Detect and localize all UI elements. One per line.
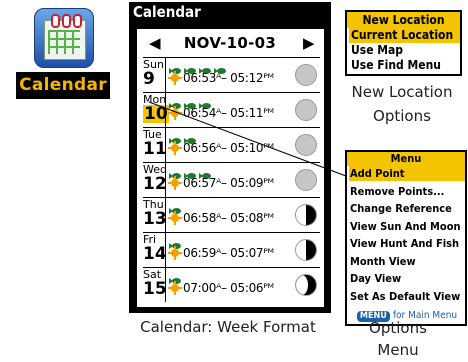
- divider: [165, 93, 166, 127]
- day-number: 15: [143, 279, 167, 299]
- sun-icon: [168, 141, 182, 155]
- sun-icon: [168, 71, 182, 85]
- day-row-mon[interactable]: Mon 10 06:54ᴬ– 05:11ᴾᴹ: [143, 92, 320, 127]
- prev-arrow-icon[interactable]: ◀: [149, 29, 161, 57]
- sunrise-sunset-times: 06:53ᴬ– 05:12ᴾᴹ: [183, 71, 274, 85]
- moon-phase-icon: [295, 274, 317, 296]
- calendar-app-icon[interactable]: Calendar: [14, 8, 112, 108]
- sunrise-sunset-times: 06:57ᴬ– 05:09ᴾᴹ: [183, 176, 274, 190]
- menu-item-view-hunt-and-fish[interactable]: View Hunt And Fish: [349, 236, 465, 251]
- menu-item-month-view[interactable]: Month View: [349, 254, 465, 269]
- calendar-title: Calendar: [133, 3, 201, 21]
- new-location-menu: New Location Current Location Use Map Us…: [345, 10, 462, 76]
- day-row-thu[interactable]: Thu 13 06:58ᴬ– 05:08ᴾᴹ: [143, 197, 320, 232]
- day-row-tue[interactable]: Tue 11 06:56ᴬ– 05:10ᴾᴹ: [143, 127, 320, 162]
- day-number: 11: [143, 139, 167, 159]
- menu-item-change-reference[interactable]: Change Reference: [349, 201, 465, 216]
- hunt-fish-rating: [169, 200, 184, 214]
- moon-phase-icon: [295, 204, 317, 226]
- day-number: 12: [143, 174, 167, 194]
- sun-icon: [168, 106, 182, 120]
- divider: [165, 163, 166, 197]
- binder-ring: [62, 14, 71, 28]
- sun-icon: [168, 281, 182, 295]
- day-number: 14: [143, 244, 167, 264]
- app-icon-label: Calendar: [16, 72, 110, 99]
- sun-icon: [168, 211, 182, 225]
- sunrise-sunset-times: 06:54ᴬ– 05:11ᴾᴹ: [183, 106, 274, 120]
- new-location-title: New Location: [347, 12, 460, 28]
- date-navigator: ◀ NOV-10-03 ▶: [137, 29, 324, 57]
- hunt-fish-rating: [169, 235, 184, 249]
- menu-item-use-find-menu[interactable]: Use Find Menu: [349, 58, 460, 73]
- moon-phase-icon: [295, 169, 317, 191]
- menu-item-remove-points[interactable]: Remove Points...: [349, 184, 465, 199]
- options-menu-caption: Options Menu: [348, 317, 448, 361]
- caption-line: Options: [369, 319, 427, 337]
- calendar-caption: Calendar: Week Format: [140, 318, 316, 336]
- divider: [165, 268, 166, 302]
- options-menu: Menu Add Point Remove Points... Change Ref…: [345, 150, 467, 326]
- divider: [165, 233, 166, 267]
- divider: [165, 198, 166, 232]
- options-menu-title: Menu: [347, 152, 465, 166]
- day-row-sun[interactable]: Sun 9 06:53ᴬ– 05:12ᴾᴹ: [143, 57, 320, 92]
- divider: [165, 58, 166, 92]
- moon-phase-icon: [295, 239, 317, 261]
- calendar-week-screen: Calendar ◀ NOV-10-03 ▶ Sun 9 06:53ᴬ– 05:12…: [129, 2, 331, 313]
- menu-item-view-sun-and-moon[interactable]: View Sun And Moon: [349, 219, 465, 234]
- caption-line: Options: [373, 107, 431, 125]
- sunrise-sunset-times: 06:59ᴬ– 05:07ᴾᴹ: [183, 246, 274, 260]
- menu-item-day-view[interactable]: Day View: [349, 271, 465, 286]
- moon-phase-icon: [295, 134, 317, 156]
- sun-icon: [168, 246, 182, 260]
- current-date: NOV-10-03: [183, 34, 277, 52]
- day-row-wed[interactable]: Wed 12 06:57ᴬ– 05:09ᴾᴹ: [143, 162, 320, 197]
- hunt-fish-rating: [169, 130, 199, 144]
- calendar-week-body: ◀ NOV-10-03 ▶ Sun 9 06:53ᴬ– 05:12ᴾᴹ Mon 10 06…: [136, 28, 325, 308]
- day-row-sat[interactable]: Sat 15 07:00ᴬ– 05:06ᴾᴹ: [143, 267, 320, 302]
- menu-item-set-as-default-view[interactable]: Set As Default View: [349, 289, 465, 304]
- sunrise-sunset-times: 07:00ᴬ– 05:06ᴾᴹ: [183, 281, 274, 295]
- day-number: 9: [143, 69, 155, 89]
- day-row-fri[interactable]: Fri 14 06:59ᴬ– 05:07ᴾᴹ: [143, 232, 320, 267]
- hunt-fish-rating: [169, 95, 214, 109]
- hunt-fish-rating: [169, 60, 229, 74]
- day-number: 13: [143, 209, 167, 229]
- calendar-grid-graphic: [48, 30, 80, 54]
- calendar-icon: [34, 8, 94, 68]
- moon-phase-icon: [295, 99, 317, 121]
- sun-icon: [168, 176, 182, 190]
- sunrise-sunset-times: 06:56ᴬ– 05:10ᴾᴹ: [183, 141, 274, 155]
- next-arrow-icon[interactable]: ▶: [303, 29, 315, 57]
- hunt-fish-rating: [169, 270, 184, 284]
- caption-line: Menu: [377, 341, 419, 359]
- caption-line: New Location: [351, 83, 453, 101]
- menu-item-add-point[interactable]: Add Point: [349, 166, 465, 181]
- new-location-caption: New Location Options: [336, 80, 468, 128]
- moon-phase-icon: [295, 64, 317, 86]
- menu-item-current-location[interactable]: Current Location: [349, 28, 460, 43]
- menu-item-use-map[interactable]: Use Map: [349, 43, 460, 58]
- hunt-fish-rating: [169, 165, 214, 179]
- binder-ring: [51, 14, 60, 28]
- sunrise-sunset-times: 06:58ᴬ– 05:08ᴾᴹ: [183, 211, 274, 225]
- binder-ring: [73, 14, 82, 28]
- divider: [165, 128, 166, 162]
